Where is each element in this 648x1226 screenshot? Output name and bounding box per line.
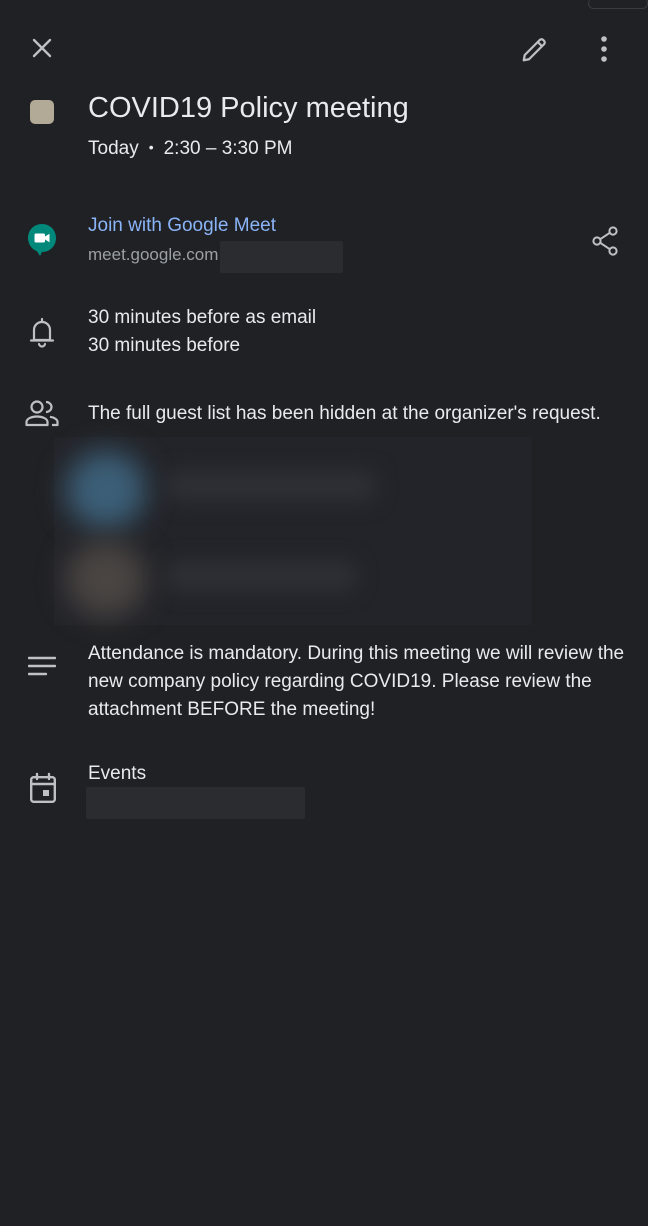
datetime-separator: • bbox=[148, 139, 154, 155]
close-button[interactable] bbox=[22, 28, 62, 68]
redacted-meet-code bbox=[220, 241, 343, 273]
guest-avatar-1 bbox=[66, 451, 146, 529]
event-title: COVID19 Policy meeting bbox=[88, 92, 409, 124]
notification-email[interactable]: 30 minutes before as email bbox=[88, 307, 316, 329]
guest-list-hidden-note: The full guest list has been hidden at t… bbox=[88, 403, 601, 424]
notification-popup[interactable]: 30 minutes before bbox=[88, 335, 240, 357]
guest-name-1 bbox=[166, 471, 376, 501]
calendar-event-icon bbox=[28, 772, 58, 804]
notes-icon bbox=[28, 654, 56, 678]
more-vert-icon bbox=[601, 36, 607, 62]
share-button[interactable] bbox=[584, 220, 626, 262]
redacted-calendar-account bbox=[86, 787, 305, 819]
calendar-name: Events bbox=[88, 763, 147, 784]
people-icon bbox=[24, 398, 60, 428]
pencil-icon bbox=[522, 38, 546, 62]
bell-icon bbox=[28, 316, 56, 348]
event-date: Today bbox=[88, 138, 139, 159]
edit-button[interactable] bbox=[514, 28, 556, 70]
window-edge bbox=[588, 0, 648, 9]
redacted-guest-list bbox=[54, 437, 532, 625]
guest-name-2 bbox=[166, 561, 356, 591]
join-google-meet-link[interactable]: Join with Google Meet bbox=[88, 215, 276, 237]
event-datetime: Today • 2:30 – 3:30 PM bbox=[88, 138, 292, 160]
meet-url: meet.google.com bbox=[88, 245, 219, 264]
event-time: 2:30 – 3:30 PM bbox=[163, 138, 293, 159]
more-options-button[interactable] bbox=[588, 28, 620, 70]
google-meet-icon bbox=[26, 222, 58, 258]
event-description: Attendance is mandatory. During this mee… bbox=[88, 643, 625, 720]
close-icon bbox=[32, 38, 52, 58]
guest-avatar-2 bbox=[66, 541, 146, 617]
event-color-chip bbox=[30, 100, 54, 124]
share-icon bbox=[592, 226, 618, 256]
